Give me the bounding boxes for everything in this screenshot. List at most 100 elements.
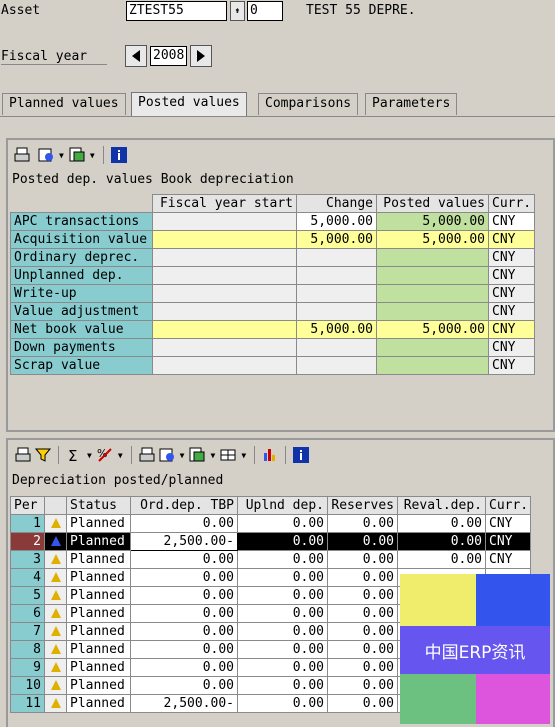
asset-input[interactable]: ZTEST55	[126, 1, 227, 21]
warning-triangle-icon	[50, 536, 61, 546]
ord-dep-cell: 0.00	[130, 514, 238, 533]
tab-planned-values[interactable]: Planned values	[2, 93, 126, 115]
period-cell: 11	[10, 694, 45, 713]
subtotal-icon[interactable]: %	[97, 447, 113, 463]
tab-posted-values[interactable]: Posted values	[131, 92, 247, 116]
reserves-cell: 0.00	[327, 640, 398, 659]
layout-dropdown-icon[interactable]: ▼	[180, 451, 185, 460]
ord-dep-cell: 0.00	[130, 550, 238, 569]
print-preview-icon[interactable]	[139, 447, 155, 463]
header-cell[interactable]: Reserves	[327, 496, 398, 515]
change-cell	[296, 338, 377, 357]
header-cell[interactable]	[44, 496, 67, 515]
header-cell[interactable]: Ord.dep. TBP	[130, 496, 238, 515]
header-cell[interactable]: Uplnd dep.	[237, 496, 328, 515]
toolbar-separator	[285, 446, 287, 464]
subnumber-input[interactable]: 0	[247, 1, 283, 21]
posted-toolbar: ▼ ▼	[12, 143, 129, 167]
export-icon[interactable]	[189, 447, 205, 463]
table-row[interactable]: Down payments CNY	[10, 338, 535, 357]
next-year-button[interactable]	[190, 45, 212, 67]
unplanned-dep-cell: 0.00	[237, 694, 328, 713]
ord-dep-cell: 0.00	[130, 622, 238, 641]
table-row[interactable]: 2 Planned 2,500.00- 0.00 0.00 0.00 CNY	[10, 532, 531, 551]
unplanned-dep-cell: 0.00	[237, 568, 328, 587]
reserves-cell: 0.00	[327, 532, 398, 551]
status-cell: Planned	[66, 658, 131, 677]
table-row[interactable]: 3 Planned 0.00 0.00 0.00 0.00 CNY	[10, 550, 531, 569]
table-row[interactable]: Ordinary deprec. CNY	[10, 248, 535, 267]
layout-icon[interactable]	[159, 447, 175, 463]
toolbar-separator	[58, 446, 59, 464]
tab-strip-divider	[0, 116, 555, 117]
info-icon[interactable]	[110, 147, 127, 163]
sum-icon[interactable]: Σ	[66, 447, 82, 465]
layout-dropdown-icon[interactable]: ▼	[59, 151, 64, 160]
grid-dropdown-icon[interactable]: ▼	[241, 451, 246, 460]
header-cell[interactable]: Reval.dep.	[397, 496, 486, 515]
header-cell[interactable]: Per	[10, 496, 45, 515]
watermark-block	[476, 574, 550, 626]
header-cell[interactable]: Status	[66, 496, 131, 515]
header-cell[interactable]: Curr.	[485, 496, 531, 515]
row-label: Write-up	[10, 284, 153, 303]
period-cell: 2	[10, 532, 45, 551]
curr-cell: CNY	[488, 284, 535, 303]
export-icon[interactable]	[69, 147, 85, 163]
toolbar-gap	[32, 146, 36, 164]
table-header: Per Status Ord.dep. TBP Uplnd dep. Reser…	[10, 496, 531, 515]
table-row[interactable]: Scrap value CNY	[10, 356, 535, 375]
graphic-icon[interactable]	[262, 447, 278, 463]
export-dropdown-icon[interactable]: ▼	[90, 151, 95, 160]
asset-description: TEST 55 DEPRE.	[306, 3, 416, 18]
ord-dep-cell: 0.00	[130, 568, 238, 587]
table-row[interactable]: Value adjustment CNY	[10, 302, 535, 321]
fiscal-year-input[interactable]: 2008	[150, 46, 187, 66]
curr-cell: CNY	[485, 550, 531, 569]
warning-triangle-icon	[50, 608, 61, 618]
status-cell: Planned	[66, 550, 131, 569]
header-cell[interactable]: Change	[296, 194, 377, 213]
row-label: Ordinary deprec.	[10, 248, 153, 267]
table-row[interactable]: Acquisition value 5,000.00 5,000.00 CNY	[10, 230, 535, 249]
grid-icon[interactable]	[220, 447, 236, 463]
tab-comparisons[interactable]: Comparisons	[258, 93, 359, 115]
filter-icon[interactable]	[34, 447, 52, 463]
table-row[interactable]: APC transactions 5,000.00 5,000.00 CNY	[10, 212, 535, 231]
table-row[interactable]: 1 Planned 0.00 0.00 0.00 0.00 CNY	[10, 514, 531, 533]
change-cell: 5,000.00	[296, 320, 377, 339]
curr-cell: CNY	[485, 514, 531, 533]
status-cell: Planned	[66, 532, 131, 551]
period-cell: 1	[10, 514, 45, 533]
subtotal-dropdown-icon[interactable]: ▼	[118, 451, 123, 460]
unplanned-dep-cell: 0.00	[237, 532, 328, 551]
info-icon[interactable]	[293, 447, 310, 463]
table-row[interactable]: Net book value 5,000.00 5,000.00 CNY	[10, 320, 535, 339]
layout-icon[interactable]	[38, 147, 54, 163]
warning-triangle-icon	[50, 662, 61, 672]
ord-dep-cell: 0.00	[130, 640, 238, 659]
reserves-cell: 0.00	[327, 514, 398, 533]
arrow-left-icon	[132, 50, 140, 62]
export-dropdown-icon[interactable]: ▼	[210, 451, 215, 460]
previous-year-button[interactable]	[125, 45, 147, 67]
ord-dep-cell: 0.00	[130, 676, 238, 695]
header-cell[interactable]: Curr.	[488, 194, 535, 213]
row-label: Acquisition value	[10, 230, 153, 249]
tab-parameters[interactable]: Parameters	[365, 93, 458, 115]
print-icon[interactable]	[15, 447, 31, 463]
table-row[interactable]: Write-up CNY	[10, 284, 535, 303]
unplanned-dep-cell: 0.00	[237, 586, 328, 605]
header-cell[interactable]: Fiscal year start	[152, 194, 297, 213]
sap-asset-screen: { "header": { "asset_label": "Asset", "a…	[0, 0, 555, 727]
header-cell[interactable]: Posted values	[376, 194, 489, 213]
table-row[interactable]: Unplanned dep. CNY	[10, 266, 535, 285]
fiscal-year-start-cell	[152, 266, 297, 285]
status-icon-cell	[44, 550, 67, 569]
ord-dep-cell: 0.00	[130, 604, 238, 623]
reserves-cell: 0.00	[327, 694, 398, 713]
print-icon[interactable]	[14, 147, 30, 163]
sum-dropdown-icon[interactable]: ▼	[87, 451, 92, 460]
warning-triangle-icon	[50, 698, 61, 708]
subnumber-search-icon[interactable]: ⇟	[230, 1, 245, 21]
